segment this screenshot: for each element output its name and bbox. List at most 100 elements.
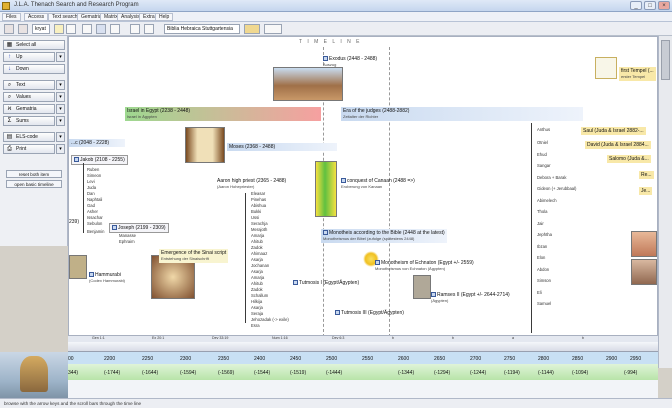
maximize-button[interactable]: □ <box>644 1 656 10</box>
values-button[interactable]: ⌕ Values <box>3 92 55 102</box>
toolbar-window-icon[interactable] <box>96 24 106 34</box>
anthus-label: Anthus <box>537 127 551 132</box>
open-timeline-button[interactable]: open basic timeline <box>6 180 62 188</box>
timeline-canvas[interactable]: T I M E L I N E Exodus (2448 - 2488) Ausz… <box>68 36 658 336</box>
text-dropdown[interactable]: ▾ <box>56 80 65 90</box>
moses-event[interactable]: Moses (2368 - 2488) <box>227 143 337 151</box>
right-figure-image-2 <box>631 259 657 285</box>
window-title: J.L.A. Thenach Search and Research Progr… <box>14 2 139 8</box>
info-icon <box>323 56 328 62</box>
sidebar: ▦ Select all ↑ Up ▾ ↓ Down ⌕ Text ▾ ⌕ Values … <box>0 36 68 246</box>
tutmosis1-event[interactable]: Tutmosis I (Egypt/Ägypten) <box>291 279 361 287</box>
priests-list: Eleasar Pinehas Abishua Bukki Ussi Serachja Me… <box>251 191 289 328</box>
scrollbar-thumb[interactable] <box>661 40 670 80</box>
info-icon <box>89 272 94 278</box>
gematria-button[interactable]: א Gematria <box>3 104 55 114</box>
hammurabi-image <box>69 255 87 279</box>
toolbar-open-icon[interactable] <box>4 24 14 34</box>
david-event[interactable]: David (Juda & Israel 2884... <box>585 141 651 149</box>
sinai-script-event[interactable]: Emergence of the Sinai script Entstehung … <box>159 249 229 263</box>
toolbar-color-dropdown[interactable] <box>244 24 260 34</box>
sums-dropdown[interactable]: ▾ <box>56 116 65 126</box>
values-dropdown[interactable]: ▾ <box>56 92 65 102</box>
info-icon <box>335 310 340 316</box>
jakob-sons-list: Ruben Simeon Levi Juda Dan Naphtali Gad Asher Is… <box>87 167 103 226</box>
word-input[interactable]: kryat <box>32 24 50 34</box>
els-code-dropdown[interactable]: ▾ <box>56 132 65 142</box>
left-era[interactable]: ...c (2048 - 2228) <box>69 139 125 147</box>
canaan-map-image <box>315 161 337 217</box>
ramses-event[interactable]: Ramses II (Egypt +/- 2644-2714) (Ägypten) <box>429 291 512 305</box>
hammurabi-event[interactable]: Hammurabi (Codex Hammurabi) <box>87 271 127 285</box>
reset-button[interactable]: reset both item <box>6 170 62 178</box>
menu-access[interactable]: Access <box>24 13 49 21</box>
israel-in-egypt-era[interactable]: Israel in Egypt (2238 - 2448) Israel in Ä… <box>125 107 321 121</box>
monotheism-event[interactable]: Monotheis according to the Bible (2448 a… <box>321 229 447 243</box>
jakob-line <box>83 163 84 233</box>
toolbar-list-icon[interactable] <box>110 24 120 34</box>
menorah-image <box>595 57 617 79</box>
exodus-event[interactable]: Exodus (2448 - 2488) Auszug <box>321 55 379 69</box>
sum-icon: Σ <box>7 118 12 124</box>
exodus-image <box>273 67 343 101</box>
aaron-line <box>245 193 246 323</box>
jakob-event[interactable]: Jakob (2108 - 2255) <box>71 155 128 165</box>
up-button[interactable]: ↑ Up <box>3 52 55 62</box>
ruler-empty-area <box>68 380 658 398</box>
app-icon <box>2 2 10 10</box>
re-event[interactable]: Re... <box>639 171 654 179</box>
toolbar-table-icon[interactable] <box>144 24 154 34</box>
menu-files[interactable]: Files <box>2 13 21 21</box>
guide-line <box>389 47 390 335</box>
info-icon <box>323 230 328 236</box>
toolbar-grid-icon[interactable] <box>130 24 140 34</box>
close-button[interactable]: × <box>658 1 670 10</box>
toolbar-page-icon[interactable] <box>66 24 76 34</box>
vertical-scrollbar[interactable] <box>658 36 672 368</box>
els-icon: ▤ <box>6 134 13 140</box>
up-dropdown[interactable]: ▾ <box>56 52 65 62</box>
years-ruler: 00 2200 2250 2300 2350 2400 2450 2500 25… <box>68 352 658 364</box>
benjamin-label: Benjamin <box>87 229 105 234</box>
saul-event[interactable]: Saul (Juda & Israel 2882-... <box>581 127 646 135</box>
bce-ruler: 344) (-1744) (-1644) (-1594) (-1569) (-1… <box>68 364 658 380</box>
sums-button[interactable]: Σ Sums <box>3 116 55 126</box>
canaan-event[interactable]: conquest of Canaan (2488 =>) Eroberung vo… <box>339 177 417 191</box>
els-code-button[interactable]: ▤ ELS-code <box>3 132 55 142</box>
timeline-label: T I M E L I N E <box>299 39 362 45</box>
menu-bar: Files Access Text search Gematria Matrix… <box>0 12 672 22</box>
minimize-button[interactable]: _ <box>630 1 642 10</box>
aaron-event[interactable]: Aaron high priest (2365 - 2488) (Aaron Ho… <box>215 177 288 191</box>
gematria-dropdown[interactable]: ▾ <box>56 104 65 114</box>
print-icon: ⎙ <box>7 146 12 152</box>
bible-select[interactable]: Biblia Hebraica Stuttgartensia <box>164 24 240 34</box>
status-text: browse with the arrow keys and the scrol… <box>4 401 142 406</box>
toolbar-save-icon[interactable] <box>18 24 28 34</box>
tutmosis3-event[interactable]: Tutmosis III (Egypt/Ägypten) <box>333 309 406 317</box>
info-icon <box>431 292 436 298</box>
text-button[interactable]: ⌕ Text <box>3 80 55 90</box>
salomo-event[interactable]: Salomo (Juda &... <box>607 155 651 163</box>
first-temple-event[interactable]: first Tempel (... erster Tempel <box>619 67 656 81</box>
arrow-down-icon: ↓ <box>8 66 11 72</box>
print-button[interactable]: ⎙ Print <box>3 144 55 154</box>
je-event[interactable]: Je... <box>639 187 653 195</box>
select-all-button[interactable]: ▦ Select all <box>3 40 65 50</box>
sidebar-picture <box>0 352 68 400</box>
print-dropdown[interactable]: ▾ <box>56 144 65 154</box>
judges-era[interactable]: Era of the judges (2488-2882) Zeitalter d… <box>341 107 583 121</box>
title-bar: J.L.A. Thenach Search and Research Progr… <box>0 0 672 12</box>
search-icon: ⌕ <box>7 82 12 88</box>
ruler-track[interactable] <box>68 342 658 352</box>
toolbar-matrix-icon[interactable] <box>82 24 92 34</box>
joseph-event[interactable]: Joseph (2199 - 2309) <box>109 223 169 233</box>
menu-help[interactable]: Help <box>155 13 174 21</box>
echnaton-event[interactable]: Monotheism of Echnaton (Egypt +/- 2559) M… <box>373 259 476 273</box>
joseph-sons-list: Manasse Ephraim <box>119 233 136 244</box>
down-button[interactable]: ↓ Down <box>3 64 65 74</box>
toolbar-book-icon[interactable] <box>54 24 64 34</box>
status-bar: browse with the arrow keys and the scrol… <box>0 398 672 408</box>
info-icon <box>375 260 380 266</box>
toolbar-user-dropdown[interactable] <box>264 24 282 34</box>
info-icon <box>74 157 79 163</box>
